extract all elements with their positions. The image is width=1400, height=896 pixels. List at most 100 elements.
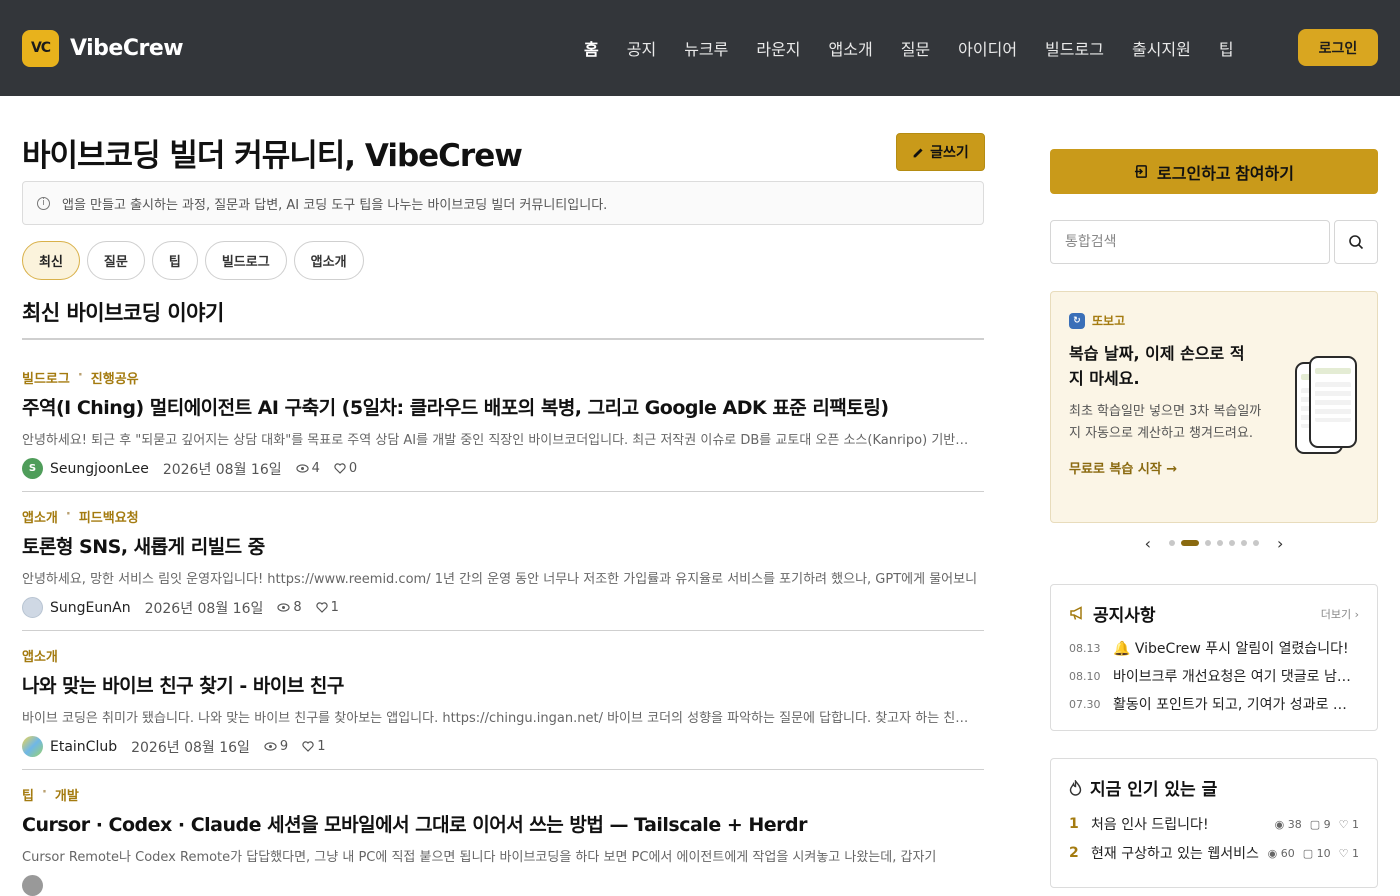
post-subcategory[interactable]: 개발 <box>55 785 79 804</box>
post-title[interactable]: 나와 맞는 바이브 친구 찾기 - 바이브 친구 <box>22 671 984 698</box>
heart-icon <box>302 741 314 752</box>
carousel-dot[interactable] <box>1169 540 1175 546</box>
nav-item-notice[interactable]: 공지 <box>613 36 670 60</box>
post-category[interactable]: 팁 <box>22 785 34 804</box>
post-item[interactable]: 빌드로그 · 진행공유 주역(I Ching) 멀티에이전트 AI 구축기 (5… <box>22 368 984 479</box>
notice-item[interactable]: 08.13 🔔 VibeCrew 푸시 알림이 열렸습니다! <box>1069 638 1359 658</box>
post-excerpt: 안녕하세요! 퇴근 후 "되묻고 깊어지는 상담 대화"를 목표로 주역 상담 … <box>22 433 980 448</box>
view-count: 8 <box>277 600 302 615</box>
post-excerpt: 바이브 코딩은 취미가 됐습니다. 나와 맞는 바이브 친구를 찾아보는 앱입니… <box>22 711 980 726</box>
view-count: 4 <box>295 461 320 476</box>
promo-banner[interactable]: ↻ 또보고 복습 날짜, 이제 손으로 적지 마세요. 최초 학습일만 넣으면 … <box>1050 291 1378 523</box>
login-join-button[interactable]: 로그인하고 참여하기 <box>1050 149 1378 194</box>
author-name: SungEunAn <box>50 599 131 616</box>
carousel-dot[interactable] <box>1217 540 1223 546</box>
post-divider <box>22 491 984 492</box>
post-divider <box>22 630 984 631</box>
chevron-right-icon[interactable]: › <box>1265 534 1295 553</box>
carousel-dot[interactable] <box>1253 540 1259 546</box>
community-info-text: 앱을 만들고 출시하는 과정, 질문과 답변, AI 코딩 도구 팁을 나누는 … <box>62 197 608 213</box>
filter-chip-buildlog[interactable]: 빌드로그 <box>204 241 287 280</box>
post-item[interactable]: 팁 · 개발 Cursor · Codex · Claude 세션을 모바일에서… <box>22 785 984 896</box>
post-categories: 앱소개 <box>22 646 984 665</box>
nav-item-apps[interactable]: 앱소개 <box>815 36 887 60</box>
logo[interactable]: VC VibeCrew <box>22 29 184 67</box>
like-count: ♡ 1 <box>1338 846 1359 860</box>
pencil-icon <box>912 146 925 159</box>
post-subcategory[interactable]: 피드백요청 <box>79 507 139 526</box>
post-meta: S SeungjoonLee 2026년 08월 16일 4 0 <box>22 458 984 479</box>
post-date: 2026년 08월 16일 <box>131 739 250 756</box>
search-button[interactable] <box>1334 220 1378 264</box>
nav-item-buildlog[interactable]: 빌드로그 <box>1031 36 1118 60</box>
carousel-dot[interactable] <box>1205 540 1211 546</box>
avatar <box>22 875 43 896</box>
popular-item[interactable]: 1 처음 인사 드립니다! ◉ 38 ▢ 9 ♡ 1 <box>1069 814 1359 834</box>
nav-item-launch[interactable]: 출시지원 <box>1118 36 1205 60</box>
avatar <box>22 597 43 618</box>
phone-illustration <box>1309 356 1357 448</box>
notice-item[interactable]: 08.10 바이브크루 개선요청은 여기 댓글로 남겨주세요 <box>1069 666 1359 686</box>
like-count: 1 <box>302 739 325 754</box>
category-filter: 최신 질문 팁 빌드로그 앱소개 <box>22 241 364 280</box>
notice-item[interactable]: 07.30 활동이 포인트가 되고, 기여가 성과로 이어집니다 <box>1069 694 1359 714</box>
post-meta: EtainClub 2026년 08월 16일 9 1 <box>22 736 984 757</box>
logo-mark: VC <box>22 29 59 67</box>
post-meta <box>22 875 984 896</box>
comment-count: ▢ 10 <box>1302 846 1331 860</box>
author-name: SeungjoonLee <box>50 460 149 477</box>
post-subcategory[interactable]: 진행공유 <box>91 368 139 387</box>
write-post-button[interactable]: 글쓰기 <box>896 133 985 171</box>
chevron-left-icon[interactable]: ‹ <box>1133 534 1163 553</box>
login-button[interactable]: 로그인 <box>1298 29 1378 66</box>
carousel-dot[interactable] <box>1241 540 1247 546</box>
carousel-dot-active[interactable] <box>1181 540 1199 546</box>
popular-item[interactable]: 2 현재 구상하고 있는 웹서비스 ◉ 60 ▢ 10 ♡ 1 <box>1069 843 1359 863</box>
logo-text: VibeCrew <box>70 35 184 61</box>
post-title[interactable]: 주역(I Ching) 멀티에이전트 AI 구축기 (5일차: 클라우드 배포의… <box>22 393 984 420</box>
post-author[interactable]: SungEunAn <box>22 597 131 618</box>
avatar: S <box>22 458 43 479</box>
post-category[interactable]: 앱소개 <box>22 646 58 665</box>
top-navigation-bar: VC VibeCrew 홈 공지 뉴크루 라운지 앱소개 질문 아이디어 빌드로… <box>0 0 1400 96</box>
filter-chip-apps[interactable]: 앱소개 <box>293 241 364 280</box>
search-input[interactable] <box>1050 220 1330 264</box>
post-item[interactable]: 앱소개 · 피드백요청 토론형 SNS, 새롭게 리빌드 중 안녕하세요, 망한… <box>22 507 984 618</box>
post-title[interactable]: 토론형 SNS, 새롭게 리빌드 중 <box>22 532 984 559</box>
post-author[interactable]: S SeungjoonLee <box>22 458 149 479</box>
nav-item-questions[interactable]: 질문 <box>887 36 944 60</box>
heart-icon <box>316 602 328 613</box>
popular-card-title: 지금 인기 있는 글 <box>1090 780 1218 800</box>
post-title[interactable]: Cursor · Codex · Claude 세션을 모바일에서 그대로 이어… <box>22 810 984 837</box>
write-post-label: 글쓰기 <box>930 144 969 160</box>
view-count: 9 <box>264 739 288 754</box>
filter-chip-tips[interactable]: 팁 <box>151 241 198 280</box>
comment-count: ▢ 9 <box>1309 817 1331 831</box>
post-category[interactable]: 빌드로그 <box>22 368 70 387</box>
search-icon <box>1348 234 1364 250</box>
promo-headline: 복습 날짜, 이제 손으로 적지 마세요. <box>1069 344 1245 388</box>
login-join-label: 로그인하고 참여하기 <box>1157 165 1294 183</box>
post-item[interactable]: 앱소개 나와 맞는 바이브 친구 찾기 - 바이브 친구 바이브 코딩은 취미가… <box>22 646 984 757</box>
post-author[interactable] <box>22 875 43 896</box>
view-count: ◉ 38 <box>1274 817 1302 831</box>
community-info-box: i 앱을 만들고 출시하는 과정, 질문과 답변, AI 코딩 도구 팁을 나누… <box>22 181 984 225</box>
info-icon: i <box>37 196 50 210</box>
eye-icon <box>264 742 277 751</box>
filter-chip-latest[interactable]: 최신 <box>22 241 80 280</box>
nav-item-lounge[interactable]: 라운지 <box>742 36 814 60</box>
post-date: 2026년 08월 16일 <box>162 461 282 478</box>
nav-item-ideas[interactable]: 아이디어 <box>944 36 1031 60</box>
filter-chip-questions[interactable]: 질문 <box>86 241 145 280</box>
nav-item-newcrew[interactable]: 뉴크루 <box>670 36 742 60</box>
login-icon <box>1134 164 1149 179</box>
carousel-dot[interactable] <box>1229 540 1235 546</box>
post-author[interactable]: EtainClub <box>22 736 117 757</box>
nav-item-tips[interactable]: 팁 <box>1205 36 1248 60</box>
post-categories: 앱소개 · 피드백요청 <box>22 507 139 526</box>
notice-more-link[interactable]: 더보기 › <box>1321 606 1359 622</box>
post-category[interactable]: 앱소개 <box>22 507 58 526</box>
nav-item-home[interactable]: 홈 <box>570 36 613 60</box>
promo-cta-link[interactable]: 무료로 복습 시작 → <box>1069 458 1359 477</box>
like-count: 1 <box>316 600 339 615</box>
